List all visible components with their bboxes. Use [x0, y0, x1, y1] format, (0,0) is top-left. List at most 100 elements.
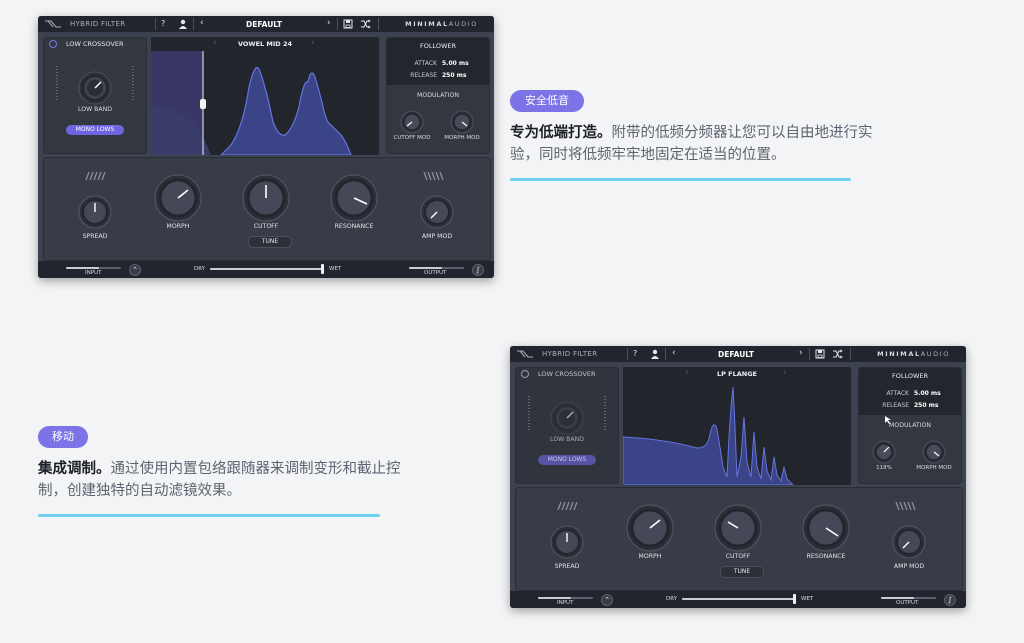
footer-bar: INPUT ⌃ DRY WET OUTPUT ∫	[38, 261, 494, 278]
morph-label: MORPH	[638, 553, 662, 560]
curve-icon[interactable]: ∫	[472, 264, 484, 276]
morph-knob[interactable]	[154, 174, 202, 222]
wet-label: WET	[801, 596, 814, 602]
morph-label: MORPH	[166, 223, 190, 230]
previous-preset-button[interactable]: ‹	[200, 18, 204, 28]
input-label: INPUT	[85, 270, 102, 276]
next-preset-button[interactable]: ›	[327, 18, 331, 28]
feature-description: 集成调制。通过使用内置包络跟随器来调制变形和截止控 制，创建独特的自动滤镜效果。	[38, 458, 488, 502]
release-label: RELEASE	[410, 72, 437, 79]
cutoff-knob[interactable]	[242, 174, 290, 222]
feature-text-line: 制，创建独特的自动滤镜效果。	[38, 483, 241, 499]
crossover-title: LOW CROSSOVER	[66, 40, 124, 48]
shuffle-icon[interactable]	[832, 349, 843, 359]
amp-mod-label: AMP MOD	[893, 563, 925, 570]
release-label: RELEASE	[882, 402, 909, 409]
feature-underline	[38, 514, 380, 517]
feature-headline: 集成调制。	[38, 461, 111, 477]
save-icon[interactable]	[815, 349, 825, 359]
help-button[interactable]: ?	[633, 349, 637, 358]
filter-display: ‹ LP FLANGE ›	[623, 367, 851, 485]
low-band-knob[interactable]	[78, 71, 112, 105]
mono-lows-button[interactable]: MONO LOWS	[66, 125, 124, 135]
previous-preset-button[interactable]: ‹	[672, 348, 676, 358]
mix-slider-handle[interactable]	[792, 594, 796, 604]
input-slider-fill	[538, 597, 571, 599]
collapse-icon[interactable]: ⌃	[601, 594, 613, 606]
cutoff-label: CUTOFF	[253, 223, 279, 230]
cutoff-knob[interactable]	[714, 504, 762, 552]
hatch-decoration-left	[557, 502, 578, 510]
preset-name[interactable]: DEFAULT	[686, 350, 786, 359]
spread-label: SPREAD	[82, 233, 108, 240]
spread-knob[interactable]	[78, 195, 112, 229]
follower-panel: FOLLOWER ATTACK 5.00 ms RELEASE 250 ms MOD…	[386, 37, 490, 154]
follower-panel: FOLLOWER ATTACK 5.00 ms RELEASE 250 ms MOD…	[858, 367, 962, 484]
preset-name[interactable]: DEFAULT	[214, 20, 314, 29]
crossover-title: LOW CROSSOVER	[538, 370, 596, 378]
input-slider-fill	[66, 267, 99, 269]
crossover-handle[interactable]	[200, 99, 206, 109]
amp-mod-knob[interactable]	[892, 525, 926, 559]
output-label: OUTPUT	[424, 270, 447, 276]
amp-mod-knob[interactable]	[420, 195, 454, 229]
level-meter-left	[56, 66, 58, 100]
tune-button[interactable]: TUNE	[248, 236, 292, 248]
divider	[193, 18, 194, 30]
spread-label: SPREAD	[554, 563, 580, 570]
crossover-power-icon[interactable]	[49, 40, 57, 48]
attack-value[interactable]: 5.00 ms	[914, 390, 941, 397]
footer-bar: INPUT ⌃ DRY WET OUTPUT ∫	[510, 591, 966, 608]
resonance-knob[interactable]	[802, 504, 850, 552]
release-value[interactable]: 250 ms	[914, 402, 938, 409]
mix-slider-fill	[682, 598, 794, 600]
filter-display: ‹ VOWEL MID 24 ›	[151, 37, 379, 155]
attack-value[interactable]: 5.00 ms	[442, 60, 469, 67]
cutoff-mod-value: 118%	[876, 465, 892, 471]
divider	[627, 348, 628, 360]
release-value[interactable]: 250 ms	[442, 72, 466, 79]
output-slider-fill	[409, 267, 442, 269]
crossover-power-icon[interactable]	[521, 370, 529, 378]
help-button[interactable]: ?	[161, 19, 165, 28]
user-icon[interactable]	[178, 19, 188, 29]
cutoff-mod-knob[interactable]	[872, 440, 896, 464]
cutoff-mod-knob[interactable]	[400, 110, 424, 134]
save-icon[interactable]	[343, 19, 353, 29]
curve-icon[interactable]: ∫	[944, 594, 956, 606]
user-icon[interactable]	[650, 349, 660, 359]
feature-headline: 专为低端打造。	[510, 125, 612, 141]
morph-mod-knob[interactable]	[450, 110, 474, 134]
shuffle-icon[interactable]	[360, 19, 371, 29]
low-crossover-panel: LOW CROSSOVER LOW BAND MONO LOWS	[43, 37, 147, 154]
hatch-decoration-right	[423, 172, 444, 180]
low-band-label: LOW BAND	[77, 106, 113, 113]
collapse-icon[interactable]: ⌃	[129, 264, 141, 276]
follower-title: FOLLOWER	[419, 42, 457, 50]
morph-mod-knob[interactable]	[922, 440, 946, 464]
divider	[850, 348, 851, 360]
spread-knob[interactable]	[550, 525, 584, 559]
follower-header: FOLLOWER ATTACK 5.00 ms RELEASE 250 ms	[387, 38, 489, 85]
morph-knob[interactable]	[626, 504, 674, 552]
low-crossover-panel: LOW CROSSOVER LOW BAND MONO LOWS	[515, 367, 619, 484]
modulation-title: MODULATION	[417, 92, 459, 99]
dry-label: DRY	[194, 266, 206, 272]
plugin-window: HYBRID FILTER ? ‹ DEFAULT › MINIMALAUDIO…	[510, 346, 966, 608]
low-band-knob[interactable]	[550, 401, 584, 435]
morph-mod-label: MORPH MOD	[444, 135, 480, 141]
main-controls-panel: SPREAD MORPH CUTOFF TUNE RESONANCE AMP M…	[43, 157, 491, 261]
feature-badge: 移动	[38, 426, 88, 448]
feature-text-line: 通过使用内置包络跟随器来调制变形和截止控	[110, 461, 401, 477]
amp-mod-label: AMP MOD	[421, 233, 453, 240]
next-preset-button[interactable]: ›	[799, 348, 803, 358]
mix-slider-fill	[210, 268, 322, 270]
filter-response-graph	[151, 51, 352, 155]
resonance-knob[interactable]	[330, 174, 378, 222]
wet-label: WET	[329, 266, 342, 272]
tune-button[interactable]: TUNE	[720, 566, 764, 578]
mix-slider-handle[interactable]	[320, 264, 324, 274]
output-slider-fill	[881, 597, 914, 599]
mono-lows-button[interactable]: MONO LOWS	[538, 455, 596, 465]
cutoff-mod-label: CUTOFF MOD	[393, 135, 431, 141]
